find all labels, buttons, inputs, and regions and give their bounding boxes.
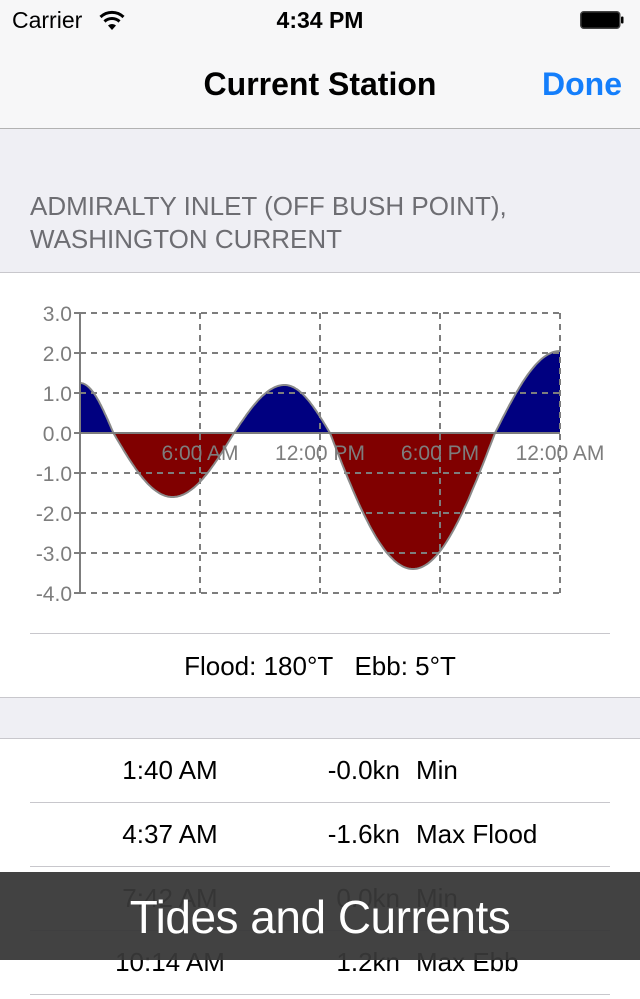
prediction-type: Min	[416, 755, 458, 785]
prediction-type: Max Flood	[416, 819, 538, 849]
station-name-header: ADMIRALTY INLET (OFF BUSH POINT), WASHIN…	[30, 191, 507, 254]
battery-full-icon	[580, 11, 624, 29]
current-chart-cell: 3.0 2.0 1.0 0.0 -1.0 -2.0 -3.0 -4.0 6:00 AM 12:00…	[0, 272, 640, 698]
prediction-row[interactable]: 4:37 AM -1.6kn Max Flood	[0, 803, 640, 867]
y-tick-label: 2.0	[43, 343, 72, 366]
done-button[interactable]: Done	[542, 66, 622, 103]
y-tick-label: 1.0	[43, 383, 72, 406]
x-tick-label: 12:00 PM	[275, 442, 365, 465]
prediction-time: 4:37 AM	[122, 819, 218, 849]
y-tick-label: 0.0	[43, 423, 72, 446]
ebb-area	[80, 383, 114, 433]
flood-ebb-directions: Flood: 180°T Ebb: 5°T	[184, 651, 456, 681]
y-tick-label: -1.0	[36, 463, 72, 486]
status-bar: Carrier 4:34 PM	[0, 0, 640, 40]
navigation-bar: Current Station Done	[0, 40, 640, 129]
x-tick-label: 12:00 AM	[516, 442, 605, 465]
prediction-row[interactable]: 1:40 AM -0.0kn Min	[0, 739, 640, 803]
x-tick-label: 6:00 AM	[161, 442, 238, 465]
row-divider	[30, 994, 610, 995]
prediction-time: 1:40 AM	[122, 755, 218, 785]
y-tick-label: 3.0	[43, 303, 72, 326]
y-tick-label: -3.0	[36, 543, 72, 566]
current-chart: 3.0 2.0 1.0 0.0 -1.0 -2.0 -3.0 -4.0 6:00 AM 12:00…	[36, 303, 605, 606]
status-time: 4:34 PM	[276, 7, 364, 33]
divider	[30, 633, 610, 634]
caption-text: Tides and Currents	[129, 891, 511, 943]
ebb-area	[495, 351, 560, 433]
prediction-speed: -1.6kn	[327, 819, 400, 849]
x-tick-label: 6:00 PM	[401, 442, 479, 465]
y-tick-label: -4.0	[36, 583, 72, 606]
caption-overlay: Tides and Currents	[0, 872, 640, 960]
y-tick-label: -2.0	[36, 503, 72, 526]
prediction-speed: -0.0kn	[327, 755, 400, 785]
